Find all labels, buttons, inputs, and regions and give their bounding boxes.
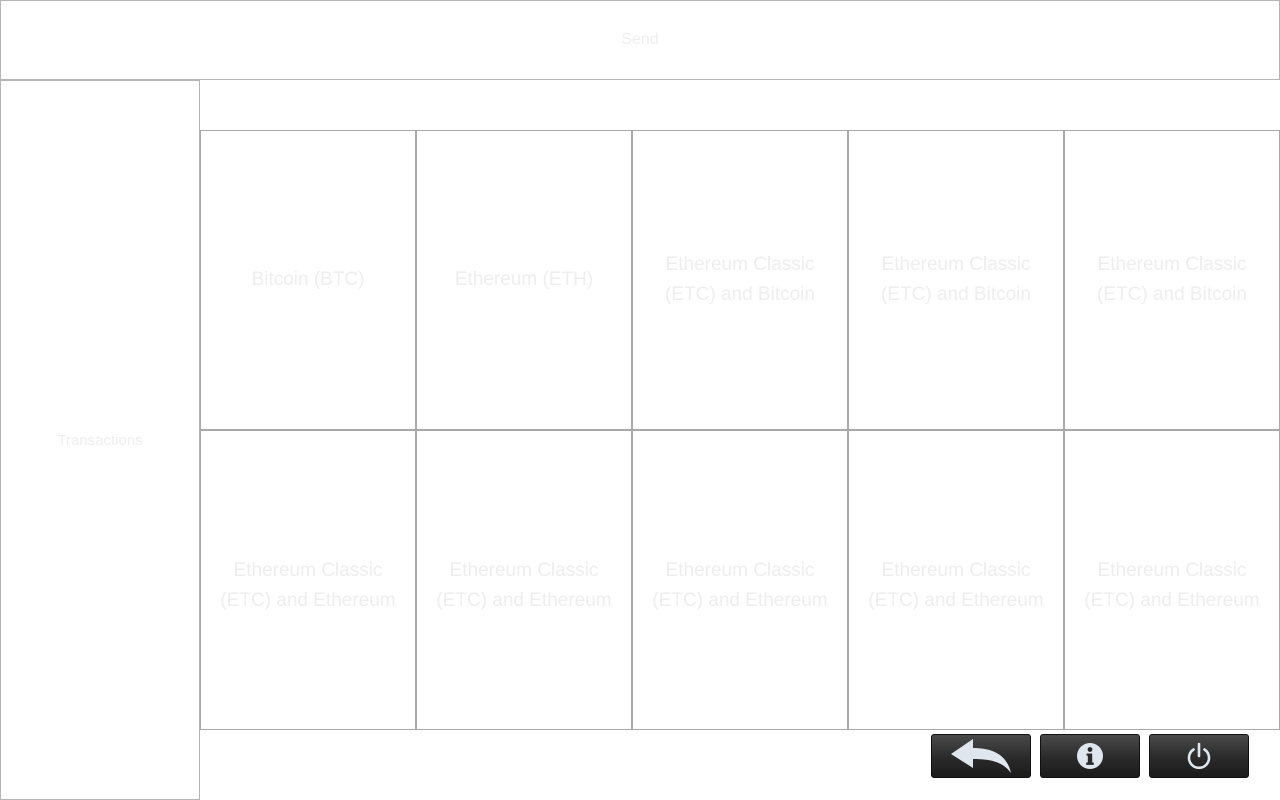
grid-cell-label: Ethereum Classic (ETC) and Ethereum (220, 560, 396, 611)
grid-cell-label: Ethereum Classic (ETC) and Ethereum (652, 560, 828, 611)
info-button[interactable] (1040, 734, 1140, 778)
grid-cell-label: Ethereum Classic (ETC) and Ethereum (436, 560, 612, 611)
grid-cell-10[interactable]: Ethereum Classic (ETC) and Ethereum (1064, 430, 1280, 730)
grid-cell-label: Bitcoin (BTC) (251, 269, 365, 290)
page-title: Send (621, 31, 659, 48)
grid-cell-6[interactable]: Ethereum Classic (ETC) and Ethereum (200, 430, 416, 730)
power-button[interactable] (1149, 734, 1249, 778)
grid-cell-3[interactable]: Ethereum Classic (ETC) and Bitcoin (632, 130, 848, 430)
page-header: Send (0, 0, 1280, 80)
power-icon (1187, 742, 1211, 770)
bottom-toolbar (931, 734, 1249, 778)
grid-cell-1[interactable]: Bitcoin (BTC) (200, 130, 416, 430)
grid-cell-4[interactable]: Ethereum Classic (ETC) and Bitcoin (848, 130, 1064, 430)
grid-cell-5[interactable]: Ethereum Classic (ETC) and Bitcoin (1064, 130, 1280, 430)
grid-cell-7[interactable]: Ethereum Classic (ETC) and Ethereum (416, 430, 632, 730)
sidebar-label[interactable]: Transactions (57, 432, 142, 449)
grid-cell-2[interactable]: Ethereum (ETH) (416, 130, 632, 430)
grid-cell-label: Ethereum Classic (ETC) and Bitcoin (665, 254, 815, 305)
option-grid: Bitcoin (BTC) Ethereum (ETH) Ethereum Cl… (200, 130, 1280, 730)
grid-cell-label: Ethereum (ETH) (454, 269, 594, 290)
grid-cell-label: Ethereum Classic (ETC) and Bitcoin (881, 254, 1031, 305)
grid-cell-9[interactable]: Ethereum Classic (ETC) and Ethereum (848, 430, 1064, 730)
grid-cell-8[interactable]: Ethereum Classic (ETC) and Ethereum (632, 430, 848, 730)
info-icon (1077, 743, 1103, 769)
grid-cell-label: Ethereum Classic (ETC) and Ethereum (868, 560, 1044, 611)
back-button[interactable] (931, 734, 1031, 778)
grid-cell-label: Ethereum Classic (ETC) and Bitcoin (1097, 254, 1247, 305)
sidebar: Transactions (0, 80, 200, 800)
back-arrow-icon (951, 739, 1011, 773)
grid-cell-label: Ethereum Classic (ETC) and Ethereum (1084, 560, 1260, 611)
